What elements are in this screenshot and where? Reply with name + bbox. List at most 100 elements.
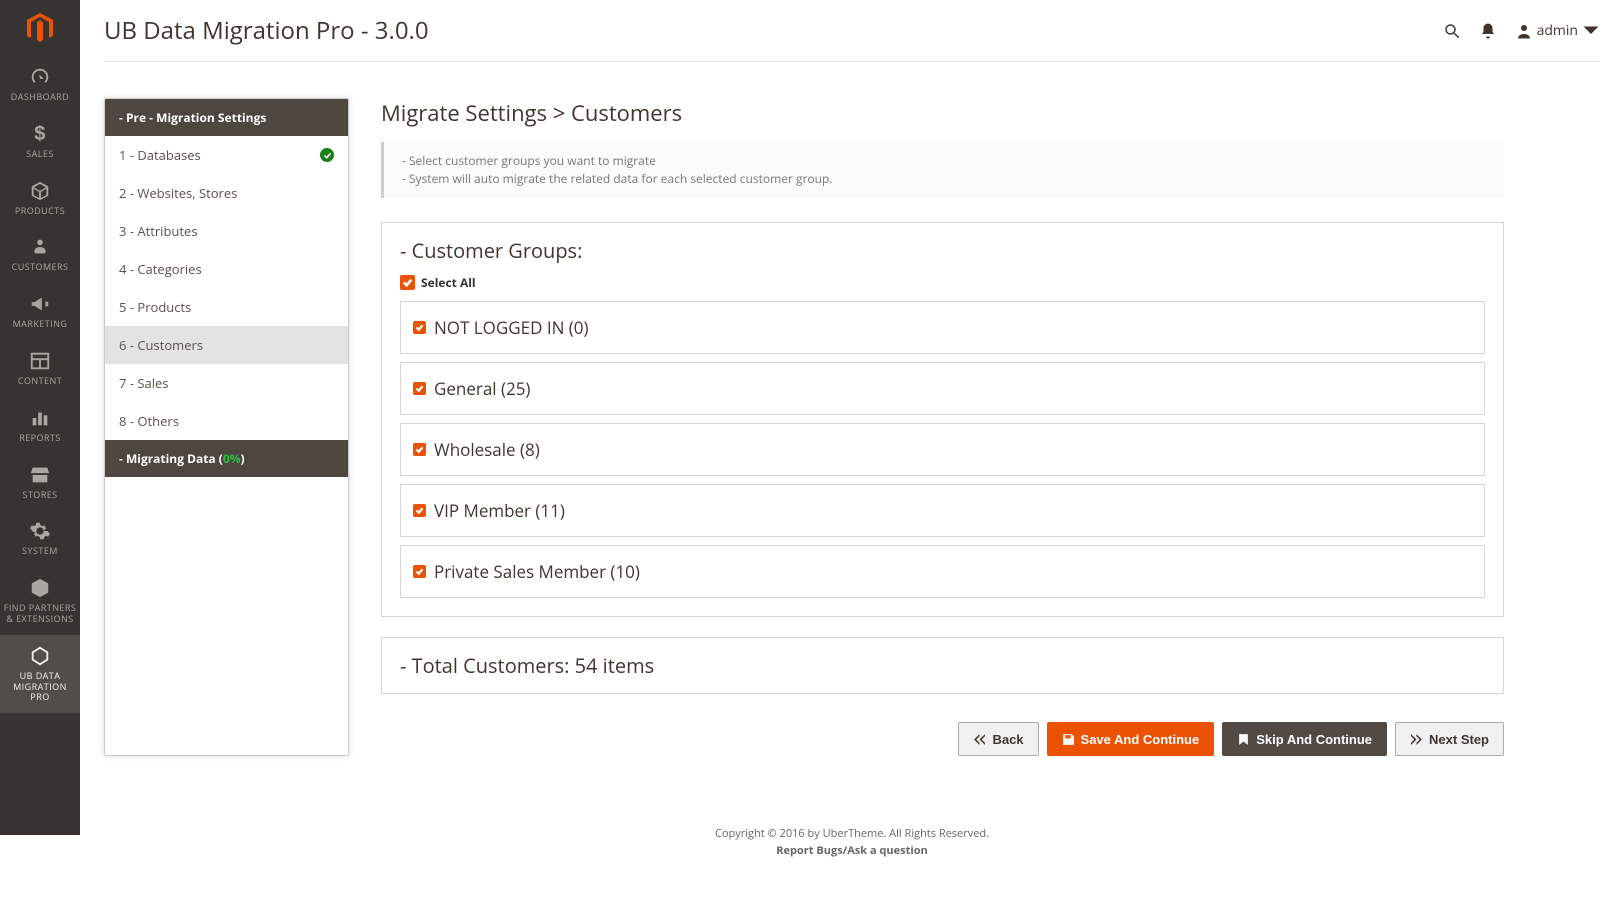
check-circle-icon (320, 148, 334, 162)
puzzle-icon (29, 577, 51, 599)
hint-line: - System will auto migrate the related d… (402, 170, 1486, 188)
steps-panel: - Pre - Migration Settings 1 - Databases… (104, 98, 349, 756)
customer-group-row[interactable]: Private Sales Member (10) (400, 545, 1485, 598)
nav-sales[interactable]: $ SALES (0, 113, 80, 170)
content: - Pre - Migration Settings 1 - Databases… (104, 62, 1504, 756)
steps-group-head: - Pre - Migration Settings (105, 99, 348, 136)
customer-group-row[interactable]: NOT LOGGED IN (0) (400, 301, 1485, 354)
chevron-down-icon (1582, 22, 1600, 40)
next-step-button[interactable]: Next Step (1395, 722, 1504, 756)
gear-icon (29, 520, 51, 542)
hex-icon (29, 645, 51, 667)
customer-group-row[interactable]: Wholesale (8) (400, 423, 1485, 476)
nav-stores[interactable]: STORES (0, 454, 80, 511)
group-list: NOT LOGGED IN (0) General (25) Wholesale (… (400, 301, 1485, 598)
page-title: UB Data Migration Pro - 3.0.0 (104, 14, 429, 47)
store-icon (29, 464, 51, 486)
step-item[interactable]: 2 - Websites, Stores (105, 174, 348, 212)
nav-label: SALES (26, 149, 54, 160)
step-item[interactable]: 7 - Sales (105, 364, 348, 402)
nav-label: PRODUCTS (15, 206, 65, 217)
nav-label: SYSTEM (22, 546, 58, 557)
checkbox-icon[interactable] (413, 565, 426, 578)
layout-icon (29, 350, 51, 372)
step-label: 7 - Sales (119, 374, 169, 392)
customer-group-row[interactable]: General (25) (400, 362, 1485, 415)
save-icon (1062, 733, 1075, 746)
header-actions: admin (1443, 21, 1600, 40)
nav-marketing[interactable]: MARKETING (0, 283, 80, 340)
nav-system[interactable]: SYSTEM (0, 510, 80, 567)
customer-group-row[interactable]: VIP Member (11) (400, 484, 1485, 537)
checkbox-icon[interactable] (400, 275, 415, 290)
nav-customers[interactable]: CUSTOMERS (0, 226, 80, 283)
dollar-icon: $ (29, 123, 51, 145)
checkbox-icon[interactable] (413, 504, 426, 517)
user-menu[interactable]: admin (1515, 21, 1600, 40)
page: UB Data Migration Pro - 3.0.0 admin - Pr… (80, 0, 1624, 899)
nav-label: CUSTOMERS (12, 262, 69, 273)
nav-label: CONTENT (18, 376, 62, 387)
nav-ub-migration[interactable]: UB DATA MIGRATION PRO (0, 635, 80, 713)
checkbox-icon[interactable] (413, 321, 426, 334)
nav-find-partners[interactable]: FIND PARTNERS & EXTENSIONS (0, 567, 80, 635)
search-button[interactable] (1443, 22, 1461, 40)
double-chevron-right-icon (1410, 733, 1423, 746)
footer: Copyright © 2016 by UberTheme. All Right… (104, 826, 1600, 859)
step-item[interactable]: 5 - Products (105, 288, 348, 326)
person-icon (29, 236, 51, 258)
step-item[interactable]: 8 - Others (105, 402, 348, 440)
checkbox-icon[interactable] (413, 443, 426, 456)
back-button[interactable]: Back (958, 722, 1038, 756)
steps-migrating-head: - Migrating Data (0%) (105, 440, 348, 477)
nav-label: DASHBOARD (11, 92, 69, 103)
user-name: admin (1537, 21, 1578, 40)
group-label: Wholesale (8) (434, 438, 540, 461)
total-text: - Total Customers: 54 items (400, 652, 1485, 679)
step-item[interactable]: 3 - Attributes (105, 212, 348, 250)
steps-list: 1 - Databases 2 - Websites, Stores 3 - Att… (105, 136, 348, 440)
nav-label: UB DATA MIGRATION PRO (3, 671, 77, 703)
bar-chart-icon (29, 407, 51, 429)
gauge-icon (29, 66, 51, 88)
save-continue-button[interactable]: Save And Continue (1047, 722, 1215, 756)
notifications-button[interactable] (1479, 22, 1497, 40)
bookmark-icon (1237, 733, 1250, 746)
nav-content[interactable]: CONTENT (0, 340, 80, 397)
nav-dashboard[interactable]: DASHBOARD (0, 56, 80, 113)
footer-report-link[interactable]: Report Bugs/Ask a question (104, 843, 1600, 860)
nav-products[interactable]: PRODUCTS (0, 170, 80, 227)
group-label: General (25) (434, 377, 530, 400)
magento-logo[interactable] (0, 0, 80, 56)
customer-groups-box: - Customer Groups: Select All NOT LOGGED… (381, 222, 1504, 617)
checkbox-icon[interactable] (413, 382, 426, 395)
nav-label: REPORTS (19, 433, 61, 444)
double-chevron-left-icon (973, 733, 986, 746)
hint-line: - Select customer groups you want to mig… (402, 152, 1486, 170)
step-label: 2 - Websites, Stores (119, 184, 237, 202)
step-item[interactable]: 6 - Customers (105, 326, 348, 364)
step-label: 4 - Categories (119, 260, 202, 278)
step-label: 8 - Others (119, 412, 179, 430)
admin-nav: DASHBOARD $ SALES PRODUCTS CUSTOMERS MAR… (0, 0, 80, 835)
cube-icon (29, 180, 51, 202)
nav-label: MARKETING (13, 319, 68, 330)
nav-label: FIND PARTNERS & EXTENSIONS (3, 603, 77, 625)
step-item[interactable]: 1 - Databases (105, 136, 348, 174)
group-label: Private Sales Member (10) (434, 560, 640, 583)
main-panel: Migrate Settings > Customers - Select cu… (381, 98, 1504, 756)
nav-label: STORES (22, 490, 57, 501)
select-all[interactable]: Select All (400, 274, 1485, 291)
main-heading: Migrate Settings > Customers (381, 98, 1504, 128)
skip-continue-button[interactable]: Skip And Continue (1222, 722, 1387, 756)
megaphone-icon (29, 293, 51, 315)
step-item[interactable]: 4 - Categories (105, 250, 348, 288)
nav-reports[interactable]: REPORTS (0, 397, 80, 454)
select-all-label: Select All (421, 274, 476, 291)
group-label: NOT LOGGED IN (0) (434, 316, 589, 339)
action-buttons: Back Save And Continue Skip And Continue… (381, 722, 1504, 756)
step-label: 1 - Databases (119, 146, 201, 164)
hint-box: - Select customer groups you want to mig… (381, 142, 1504, 198)
group-label: VIP Member (11) (434, 499, 565, 522)
step-label: 5 - Products (119, 298, 191, 316)
